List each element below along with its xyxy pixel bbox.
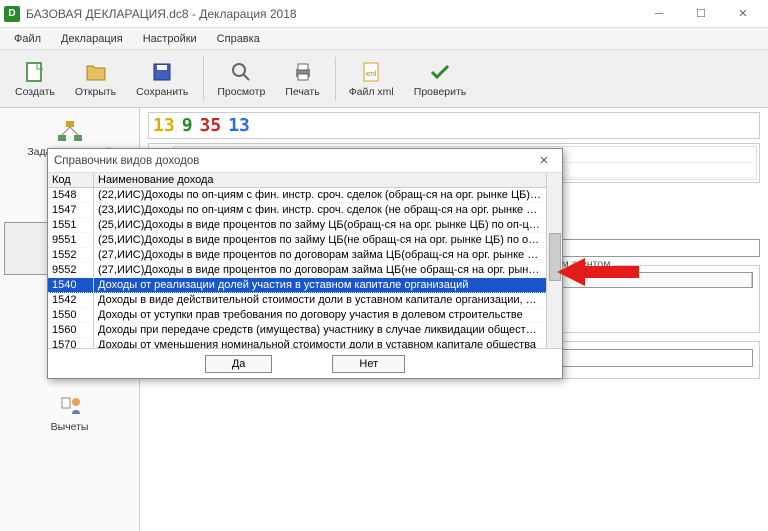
menu-settings[interactable]: Настройки [133,31,207,47]
annotation-arrow [557,258,639,286]
rate-35[interactable]: 35 [198,115,224,136]
income-type-row[interactable]: 1552(27,ИИС)Доходы в виде процентов по д… [48,248,546,263]
dialog-no-button[interactable]: Нет [332,355,405,373]
income-type-row[interactable]: 1560Доходы при передаче средств (имущест… [48,323,546,338]
income-type-row[interactable]: 1547(23,ИИС)Доходы по оп-циям с фин. инс… [48,203,546,218]
col-name-header[interactable]: Наименование дохода [94,173,546,187]
dialog-close-button[interactable]: ✕ [532,151,556,171]
minimize-button[interactable]: ─ [638,2,680,26]
close-button[interactable]: ✕ [722,2,764,26]
toolbar-save[interactable]: Сохранить [127,56,197,102]
income-type-row[interactable]: 1551(25,ИИС)Доходы в виде процентов по з… [48,218,546,233]
toolbar-preview[interactable]: Просмотр [208,56,274,102]
income-types-dialog: Справочник видов доходов ✕ Код Наименова… [47,148,563,379]
toolbar-create[interactable]: Создать [6,56,64,102]
window-title: БАЗОВАЯ ДЕКЛАРАЦИЯ.dc8 - Декларация 2018 [26,7,638,21]
menu-file[interactable]: Файл [4,31,51,47]
rate-9[interactable]: 9 [180,115,195,136]
income-type-row[interactable]: 1570Доходы от уменьшения номинальной сто… [48,338,546,348]
rate-tabs: 13 9 35 13 [148,112,760,139]
panel-deductions[interactable]: Вычеты [4,387,135,440]
toolbar-print[interactable]: Печать [276,56,328,102]
dialog-title: Справочник видов доходов [54,155,532,167]
col-code-header[interactable]: Код [48,173,94,187]
income-type-row[interactable]: 1550Доходы от уступки прав требования по… [48,308,546,323]
dialog-yes-button[interactable]: Да [205,355,273,373]
menubar: Файл Декларация Настройки Справка [0,28,768,50]
toolbar-check[interactable]: Проверить [405,56,476,102]
income-types-table: Код Наименование дохода 1548(22,ИИС)Дохо… [48,173,546,348]
svg-text:xml: xml [366,71,377,78]
menu-declaration[interactable]: Декларация [51,31,133,47]
rate-13-yellow[interactable]: 13 [151,115,177,136]
toolbar-xml[interactable]: xmlФайл xml [340,56,403,102]
toolbar: Создать Открыть Сохранить Просмотр Печат… [0,50,768,108]
income-type-row[interactable]: 1540Доходы от реализации долей участия в… [48,278,546,293]
income-type-row[interactable]: 9552(27,ИИС)Доходы в виде процентов по д… [48,263,546,278]
income-type-row[interactable]: 1548(22,ИИС)Доходы по оп-циям с фин. инс… [48,188,546,203]
income-type-row[interactable]: 9551(25,ИИС)Доходы в виде процентов по з… [48,233,546,248]
titlebar: D БАЗОВАЯ ДЕКЛАРАЦИЯ.dc8 - Декларация 20… [0,0,768,28]
income-type-row[interactable]: 1542Доходы в виде действительной стоимос… [48,293,546,308]
maximize-button[interactable]: ☐ [680,2,722,26]
rate-13-blue[interactable]: 13 [226,115,252,136]
toolbar-open[interactable]: Открыть [66,56,125,102]
app-icon: D [4,6,20,22]
menu-help[interactable]: Справка [207,31,270,47]
